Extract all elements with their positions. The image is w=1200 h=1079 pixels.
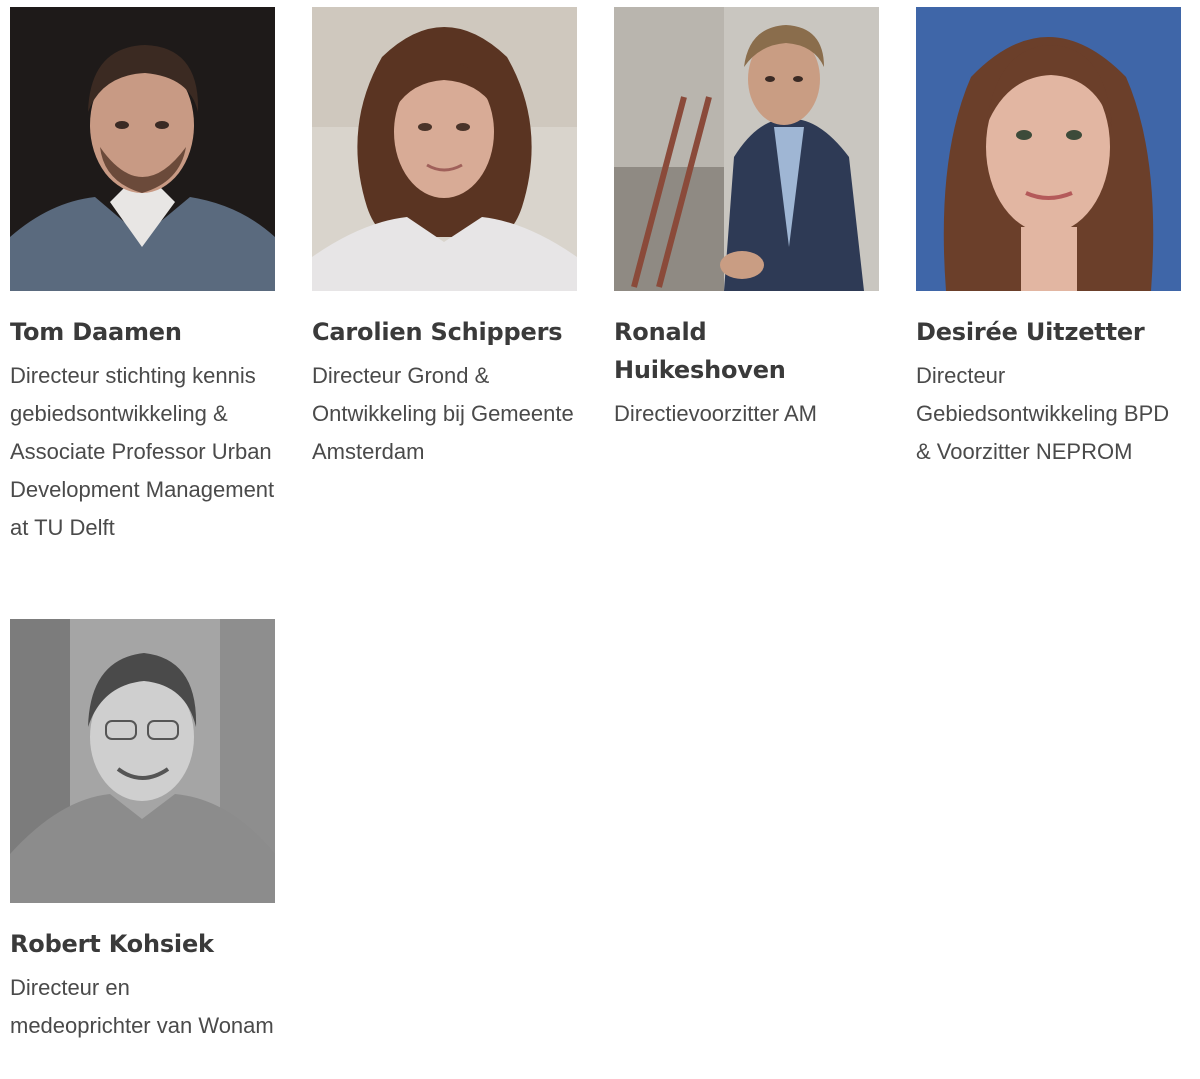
person-role: Directievoorzitter AM [614, 401, 817, 426]
person-role: Directeur en medeoprichter van Wonam [10, 975, 274, 1038]
person-name: Robert Kohsiek [10, 930, 214, 958]
team-grid: Tom Daamen Directeur stichting kennis ge… [0, 0, 1200, 1079]
person-card-tom-daamen: Tom Daamen Directeur stichting kennis ge… [10, 7, 275, 547]
portrait-photo [916, 7, 1181, 291]
portrait-photo [312, 7, 577, 291]
portrait-photo [10, 7, 275, 291]
person-role: Directeur Grond & Ontwikkeling bij Gemee… [312, 363, 574, 464]
person-role: Directeur stichting kennis gebiedsontwik… [10, 363, 275, 540]
portrait-photo-icon [10, 619, 275, 903]
portrait-photo-icon [10, 7, 275, 291]
portrait-photo-icon [916, 7, 1181, 291]
person-name: Desirée Uitzetter [916, 318, 1145, 346]
person-name: Carolien Schippers [312, 318, 563, 346]
person-card-carolien-schippers: Carolien Schippers Directeur Grond & Ont… [312, 7, 577, 471]
portrait-photo-icon [614, 7, 879, 291]
person-card-desiree-uitzetter: Desirée Uitzetter Directeur Gebiedsontwi… [916, 7, 1181, 471]
person-name: Tom Daamen [10, 318, 182, 346]
portrait-photo [10, 619, 275, 903]
person-card-ronald-huikeshoven: Ronald Huikeshoven Directievoorzitter AM [614, 7, 879, 433]
portrait-photo-icon [312, 7, 577, 291]
person-role: Directeur Gebiedsontwikkeling BPD & Voor… [916, 363, 1170, 464]
person-name: Ronald Huikeshoven [614, 318, 786, 384]
portrait-photo [614, 7, 879, 291]
person-card-robert-kohsiek: Robert Kohsiek Directeur en medeoprichte… [10, 619, 275, 1045]
